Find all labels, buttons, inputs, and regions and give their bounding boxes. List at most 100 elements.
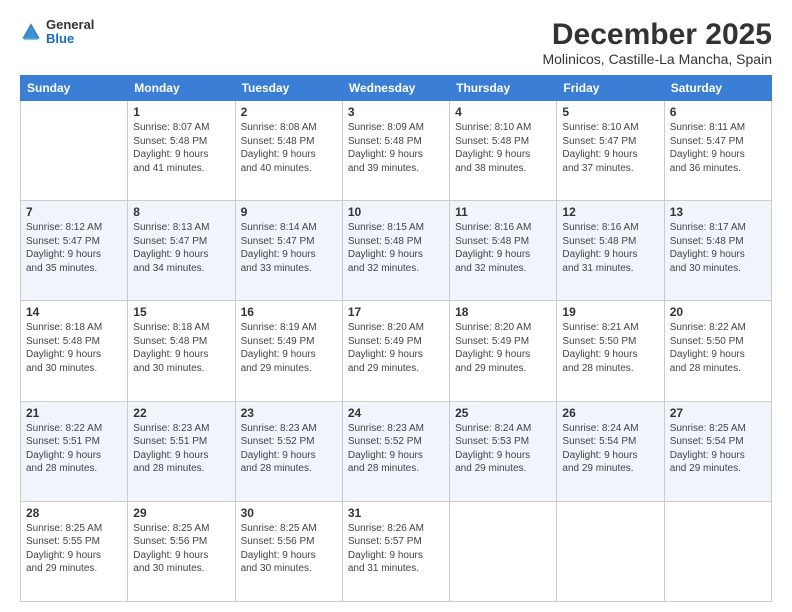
day-number: 30 — [241, 506, 337, 520]
calendar-cell: 11Sunrise: 8:16 AM Sunset: 5:48 PM Dayli… — [450, 201, 557, 301]
day-info: Sunrise: 8:14 AM Sunset: 5:47 PM Dayligh… — [241, 221, 337, 275]
day-number: 27 — [670, 406, 766, 420]
calendar-cell: 8 Sunrise: 8:13 AM Sunset: 5:47 PM Daylig… — [128, 201, 235, 301]
calendar-cell: 31 Sunrise: 8:26 AM Sunset: 5:57 PM Dayli… — [342, 501, 449, 601]
calendar-table: SundayMondayTuesdayWednesdayThursdayFrid… — [20, 75, 772, 602]
calendar-cell: 18Sunrise: 8:20 AM Sunset: 5:49 PM Dayli… — [450, 301, 557, 401]
day-info: Sunrise: 8:26 AM Sunset: 5:57 PM Dayligh… — [348, 522, 444, 576]
day-info: Sunrise: 8:10 AM Sunset: 5:47 PM Dayligh… — [562, 121, 658, 175]
day-info: Sunrise: 8:16 AM Sunset: 5:48 PM Dayligh… — [562, 221, 658, 275]
day-info: Sunrise: 8:13 AM Sunset: 5:47 PM Dayligh… — [133, 221, 229, 275]
calendar-cell: 22Sunrise: 8:23 AM Sunset: 5:51 PM Dayli… — [128, 401, 235, 501]
calendar-cell: 29 Sunrise: 8:25 AM Sunset: 5:56 PM Dayli… — [128, 501, 235, 601]
day-header-monday: Monday — [128, 76, 235, 101]
day-info: Sunrise: 8:24 AM Sunset: 5:54 PM Dayligh… — [562, 422, 658, 476]
day-header-thursday: Thursday — [450, 76, 557, 101]
calendar-cell — [557, 501, 664, 601]
day-number: 20 — [670, 305, 766, 319]
day-info: Sunrise: 8:25 AM Sunset: 5:56 PM Dayligh… — [241, 522, 337, 576]
day-number: 6 — [670, 105, 766, 119]
calendar-cell: 14Sunrise: 8:18 AM Sunset: 5:48 PM Dayli… — [21, 301, 128, 401]
day-number: 7 — [26, 205, 122, 219]
day-info: Sunrise: 8:22 AM Sunset: 5:50 PM Dayligh… — [670, 321, 766, 375]
calendar-cell: 20 Sunrise: 8:22 AM Sunset: 5:50 PM Dayli… — [664, 301, 771, 401]
calendar-cell: 21Sunrise: 8:22 AM Sunset: 5:51 PM Dayli… — [21, 401, 128, 501]
day-number: 18 — [455, 305, 551, 319]
calendar-cell: 28Sunrise: 8:25 AM Sunset: 5:55 PM Dayli… — [21, 501, 128, 601]
calendar-cell: 26 Sunrise: 8:24 AM Sunset: 5:54 PM Dayli… — [557, 401, 664, 501]
day-number: 10 — [348, 205, 444, 219]
calendar-week-1: 1 Sunrise: 8:07 AM Sunset: 5:48 PM Daylig… — [21, 101, 772, 201]
day-number: 16 — [241, 305, 337, 319]
day-info: Sunrise: 8:17 AM Sunset: 5:48 PM Dayligh… — [670, 221, 766, 275]
calendar-header-row: SundayMondayTuesdayWednesdayThursdayFrid… — [21, 76, 772, 101]
calendar-cell: 12 Sunrise: 8:16 AM Sunset: 5:48 PM Dayli… — [557, 201, 664, 301]
logo-blue-text: Blue — [46, 32, 94, 46]
day-info: Sunrise: 8:25 AM Sunset: 5:55 PM Dayligh… — [26, 522, 122, 576]
day-header-friday: Friday — [557, 76, 664, 101]
day-info: Sunrise: 8:23 AM Sunset: 5:52 PM Dayligh… — [241, 422, 337, 476]
day-info: Sunrise: 8:21 AM Sunset: 5:50 PM Dayligh… — [562, 321, 658, 375]
day-number: 1 — [133, 105, 229, 119]
day-info: Sunrise: 8:23 AM Sunset: 5:52 PM Dayligh… — [348, 422, 444, 476]
day-number: 8 — [133, 205, 229, 219]
calendar-cell: 5 Sunrise: 8:10 AM Sunset: 5:47 PM Daylig… — [557, 101, 664, 201]
calendar-cell: 15 Sunrise: 8:18 AM Sunset: 5:48 PM Dayli… — [128, 301, 235, 401]
day-number: 24 — [348, 406, 444, 420]
calendar-cell: 30 Sunrise: 8:25 AM Sunset: 5:56 PM Dayli… — [235, 501, 342, 601]
title-block: December 2025 Molinicos, Castille-La Man… — [542, 18, 772, 67]
day-number: 5 — [562, 105, 658, 119]
day-info: Sunrise: 8:07 AM Sunset: 5:48 PM Dayligh… — [133, 121, 229, 175]
calendar-cell: 27Sunrise: 8:25 AM Sunset: 5:54 PM Dayli… — [664, 401, 771, 501]
calendar-week-3: 14 Sunrise: 8:18 AM Sunset: 5:48 PM Dayli… — [21, 301, 772, 401]
day-info: Sunrise: 8:12 AM Sunset: 5:47 PM Dayligh… — [26, 221, 122, 275]
day-number: 26 — [562, 406, 658, 420]
day-number: 15 — [133, 305, 229, 319]
calendar-cell: 25 Sunrise: 8:24 AM Sunset: 5:53 PM Dayli… — [450, 401, 557, 501]
logo-text: General Blue — [46, 18, 94, 47]
calendar-week-4: 21Sunrise: 8:22 AM Sunset: 5:51 PM Dayli… — [21, 401, 772, 501]
day-number: 25 — [455, 406, 551, 420]
calendar-title: December 2025 — [542, 18, 772, 51]
calendar-cell: 7 Sunrise: 8:12 AM Sunset: 5:47 PM Daylig… — [21, 201, 128, 301]
calendar-cell — [664, 501, 771, 601]
day-number: 2 — [241, 105, 337, 119]
day-number: 12 — [562, 205, 658, 219]
day-info: Sunrise: 8:19 AM Sunset: 5:49 PM Dayligh… — [241, 321, 337, 375]
calendar-cell: 24 Sunrise: 8:23 AM Sunset: 5:52 PM Dayli… — [342, 401, 449, 501]
calendar-week-2: 7 Sunrise: 8:12 AM Sunset: 5:47 PM Daylig… — [21, 201, 772, 301]
day-info: Sunrise: 8:08 AM Sunset: 5:48 PM Dayligh… — [241, 121, 337, 175]
calendar-cell: 13 Sunrise: 8:17 AM Sunset: 5:48 PM Dayli… — [664, 201, 771, 301]
calendar-cell: 6 Sunrise: 8:11 AM Sunset: 5:47 PM Daylig… — [664, 101, 771, 201]
day-info: Sunrise: 8:09 AM Sunset: 5:48 PM Dayligh… — [348, 121, 444, 175]
day-info: Sunrise: 8:22 AM Sunset: 5:51 PM Dayligh… — [26, 422, 122, 476]
calendar-cell: 3 Sunrise: 8:09 AM Sunset: 5:48 PM Daylig… — [342, 101, 449, 201]
day-info: Sunrise: 8:18 AM Sunset: 5:48 PM Dayligh… — [133, 321, 229, 375]
logo-icon — [20, 21, 42, 43]
day-info: Sunrise: 8:16 AM Sunset: 5:48 PM Dayligh… — [455, 221, 551, 275]
calendar-subtitle: Molinicos, Castille-La Mancha, Spain — [542, 51, 772, 67]
day-header-wednesday: Wednesday — [342, 76, 449, 101]
day-info: Sunrise: 8:20 AM Sunset: 5:49 PM Dayligh… — [348, 321, 444, 375]
page: General Blue December 2025 Molinicos, Ca… — [0, 0, 792, 612]
day-number: 17 — [348, 305, 444, 319]
day-info: Sunrise: 8:11 AM Sunset: 5:47 PM Dayligh… — [670, 121, 766, 175]
day-info: Sunrise: 8:24 AM Sunset: 5:53 PM Dayligh… — [455, 422, 551, 476]
day-number: 13 — [670, 205, 766, 219]
day-number: 3 — [348, 105, 444, 119]
calendar-week-5: 28Sunrise: 8:25 AM Sunset: 5:55 PM Dayli… — [21, 501, 772, 601]
day-number: 14 — [26, 305, 122, 319]
day-number: 19 — [562, 305, 658, 319]
day-header-sunday: Sunday — [21, 76, 128, 101]
day-number: 29 — [133, 506, 229, 520]
day-info: Sunrise: 8:23 AM Sunset: 5:51 PM Dayligh… — [133, 422, 229, 476]
calendar-cell: 1 Sunrise: 8:07 AM Sunset: 5:48 PM Daylig… — [128, 101, 235, 201]
calendar-cell: 16 Sunrise: 8:19 AM Sunset: 5:49 PM Dayli… — [235, 301, 342, 401]
day-info: Sunrise: 8:25 AM Sunset: 5:56 PM Dayligh… — [133, 522, 229, 576]
day-number: 31 — [348, 506, 444, 520]
calendar-cell: 2 Sunrise: 8:08 AM Sunset: 5:48 PM Daylig… — [235, 101, 342, 201]
calendar-cell — [21, 101, 128, 201]
calendar-cell — [450, 501, 557, 601]
logo: General Blue — [20, 18, 94, 47]
header: General Blue December 2025 Molinicos, Ca… — [20, 18, 772, 67]
